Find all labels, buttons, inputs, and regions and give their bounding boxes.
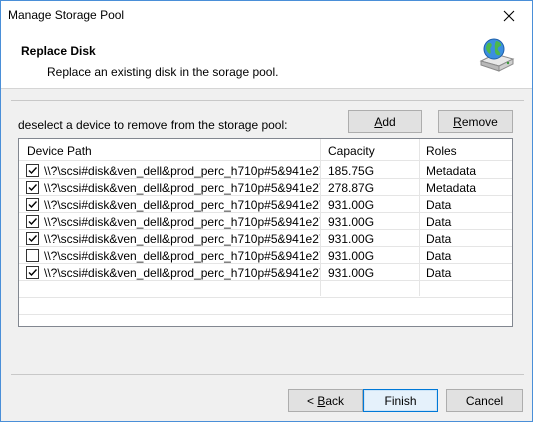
capacity-cell: 931.00G bbox=[328, 266, 375, 280]
checkmark-icon bbox=[28, 218, 38, 226]
device-path-cell: \\?\scsi#disk&ven_dell&prod_perc_h710p#5… bbox=[44, 249, 320, 263]
table-row[interactable]: \\?\scsi#disk&ven_dell&prod_perc_h710p#5… bbox=[19, 230, 512, 247]
device-path-cell: \\?\scsi#disk&ven_dell&prod_perc_h710p#5… bbox=[44, 198, 320, 212]
table-row[interactable]: \\?\scsi#disk&ven_dell&prod_perc_h710p#5… bbox=[19, 264, 512, 281]
capacity-cell: 185.75G bbox=[328, 164, 375, 178]
capacity-cell: 931.00G bbox=[328, 249, 375, 263]
add-mnemonic: A bbox=[374, 114, 383, 129]
row-checkbox[interactable] bbox=[26, 232, 39, 245]
table-row[interactable]: \\?\scsi#disk&ven_dell&prod_perc_h710p#5… bbox=[19, 179, 512, 196]
row-checkbox[interactable] bbox=[26, 266, 39, 279]
add-label: dd bbox=[382, 114, 396, 129]
cancel-button[interactable]: Cancel bbox=[446, 389, 523, 412]
checkmark-icon bbox=[28, 184, 38, 192]
storage-pool-globe-icon bbox=[479, 38, 515, 72]
manage-storage-pool-window: Manage Storage Pool Replace Disk Replace… bbox=[0, 0, 533, 422]
checkmark-icon bbox=[28, 167, 38, 175]
device-path-cell: \\?\scsi#disk&ven_dell&prod_perc_h710p#5… bbox=[44, 266, 320, 280]
device-table[interactable]: Device Path Capacity Roles \\?\scsi#disk… bbox=[18, 138, 513, 327]
device-path-cell: \\?\scsi#disk&ven_dell&prod_perc_h710p#5… bbox=[44, 232, 320, 246]
row-checkbox[interactable] bbox=[26, 198, 39, 211]
device-path-cell: \\?\scsi#disk&ven_dell&prod_perc_h710p#5… bbox=[44, 215, 320, 229]
remove-label: emove bbox=[461, 114, 498, 129]
column-header-roles[interactable]: Roles bbox=[426, 144, 457, 158]
close-button[interactable] bbox=[486, 1, 532, 30]
page-subtitle: Replace an existing disk in the sorage p… bbox=[47, 65, 279, 79]
table-row[interactable]: \\?\scsi#disk&ven_dell&prod_perc_h710p#5… bbox=[19, 196, 512, 213]
back-label: ack bbox=[325, 393, 345, 408]
window-title: Manage Storage Pool bbox=[8, 8, 125, 22]
device-path-cell: \\?\scsi#disk&ven_dell&prod_perc_h710p#5… bbox=[44, 181, 320, 195]
role-cell: Data bbox=[426, 232, 452, 246]
add-button[interactable]: Add bbox=[348, 110, 422, 133]
separator bbox=[11, 374, 524, 375]
role-cell: Data bbox=[426, 198, 452, 212]
table-header: Device Path Capacity Roles bbox=[19, 139, 512, 161]
row-checkbox[interactable] bbox=[26, 249, 39, 262]
role-cell: Metadata bbox=[426, 164, 477, 178]
wizard-header: Replace Disk Replace an existing disk in… bbox=[1, 30, 532, 89]
table-row[interactable]: \\?\scsi#disk&ven_dell&prod_perc_h710p#5… bbox=[19, 247, 512, 264]
capacity-cell: 931.00G bbox=[328, 215, 375, 229]
capacity-cell: 278.87G bbox=[328, 181, 375, 195]
instruction-label: deselect a device to remove from the sto… bbox=[18, 118, 288, 132]
close-icon bbox=[503, 10, 515, 21]
table-row[interactable]: \\?\scsi#disk&ven_dell&prod_perc_h710p#5… bbox=[19, 162, 512, 179]
back-prefix: < bbox=[306, 393, 318, 408]
checkmark-icon bbox=[28, 201, 38, 209]
row-checkbox[interactable] bbox=[26, 164, 39, 177]
empty-row bbox=[19, 298, 512, 315]
capacity-cell: 931.00G bbox=[328, 198, 375, 212]
remove-mnemonic: R bbox=[453, 114, 462, 129]
checkmark-icon bbox=[28, 269, 38, 277]
finish-button[interactable]: Finish bbox=[363, 389, 438, 412]
checkmark-icon bbox=[28, 235, 38, 243]
role-cell: Data bbox=[426, 266, 452, 280]
page-title: Replace Disk bbox=[21, 44, 96, 58]
role-cell: Metadata bbox=[426, 181, 477, 195]
capacity-cell: 931.00G bbox=[328, 232, 375, 246]
row-checkbox[interactable] bbox=[26, 215, 39, 228]
role-cell: Data bbox=[426, 249, 452, 263]
separator bbox=[11, 100, 524, 101]
device-path-cell: \\?\scsi#disk&ven_dell&prod_perc_h710p#5… bbox=[44, 164, 320, 178]
remove-button[interactable]: Remove bbox=[438, 110, 513, 133]
title-bar[interactable]: Manage Storage Pool bbox=[1, 1, 532, 30]
row-checkbox[interactable] bbox=[26, 181, 39, 194]
table-row[interactable]: \\?\scsi#disk&ven_dell&prod_perc_h710p#5… bbox=[19, 213, 512, 230]
empty-row bbox=[19, 281, 512, 298]
column-header-device-path[interactable]: Device Path bbox=[27, 144, 92, 158]
role-cell: Data bbox=[426, 215, 452, 229]
column-header-capacity[interactable]: Capacity bbox=[328, 144, 375, 158]
back-mnemonic: B bbox=[317, 393, 326, 408]
back-button[interactable]: < Back bbox=[288, 389, 363, 412]
